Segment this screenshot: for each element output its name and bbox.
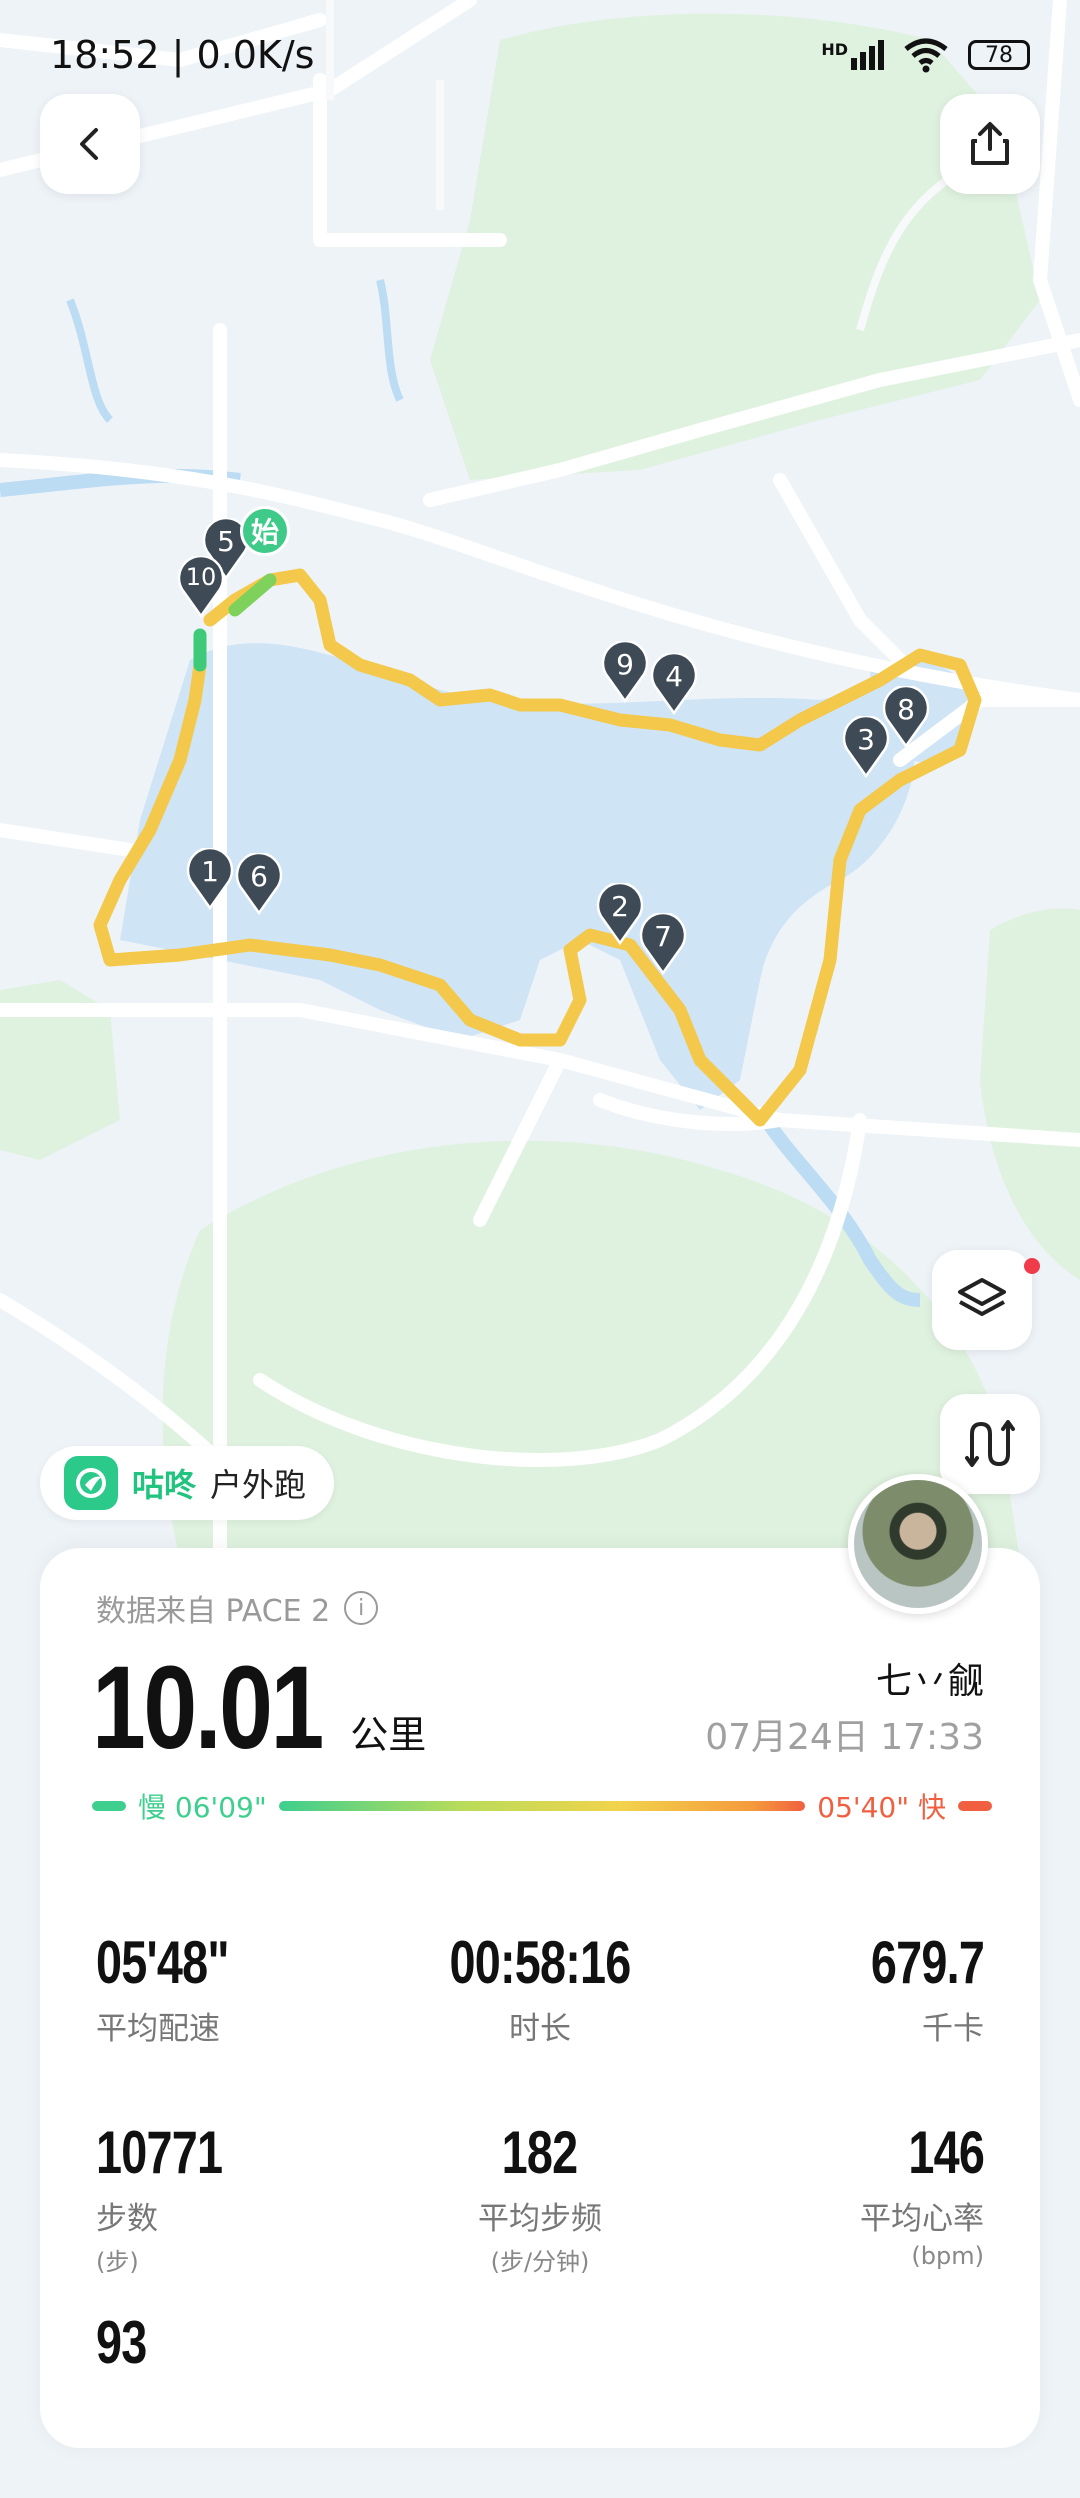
stat-label: 平均步频 xyxy=(478,2201,602,2237)
app-name: 咕咚 xyxy=(132,1466,197,1504)
stat-value: 93 xyxy=(96,2309,147,2376)
start-marker[interactable]: 始 xyxy=(240,506,290,556)
route-path-icon xyxy=(965,1420,1015,1467)
stat-unit: (bpm) xyxy=(911,2242,984,2270)
track-replay-button[interactable] xyxy=(940,1394,1040,1494)
pace-fast: 05'40" 快 xyxy=(817,1791,946,1824)
distance: 10.01 公里 xyxy=(92,1640,426,1776)
stat-label: 平均配速 xyxy=(96,2011,220,2047)
summary-card: 数据来自 PACE 2 i 10.01 公里 七丷觎 07月24日 17:33 … xyxy=(40,1548,1040,2448)
stat-steps: 10771 步数 (步) xyxy=(96,2118,258,2277)
stat-unit: (步) xyxy=(96,2248,139,2276)
stat-value: 146 xyxy=(908,2119,985,2186)
km-marker-1[interactable]: 1 xyxy=(185,846,235,911)
km-marker-label: 10 xyxy=(185,563,217,591)
slow-dash xyxy=(92,1801,126,1811)
status-bar: 18:52 | 0.0K/s HD 78 xyxy=(0,0,1080,110)
chevron-left-icon xyxy=(80,128,98,160)
stat-value: 10771 xyxy=(96,2119,223,2186)
stat-value: 679.7 xyxy=(870,1929,985,1996)
km-marker-label: 1 xyxy=(201,855,219,888)
stat-avg-pace: 05'48" 平均配速 xyxy=(96,1928,266,2048)
layers-icon xyxy=(958,1278,1006,1316)
stat-unit: (步/分钟) xyxy=(490,2248,590,2276)
distance-value: 10.01 xyxy=(92,1642,324,1774)
stat-heart-rate: 146 平均心率 (bpm) xyxy=(860,2118,985,2270)
codoon-logo-icon xyxy=(64,1456,118,1510)
stats-row: 10771 步数 (步) 182 平均步频 (步/分钟) 146 平均心率 (b… xyxy=(96,2118,985,2308)
km-marker-9[interactable]: 9 xyxy=(600,639,650,704)
data-source: 数据来自 PACE 2 i xyxy=(96,1586,379,1630)
start-label: 始 xyxy=(250,516,279,549)
battery-level: 78 xyxy=(985,42,1013,68)
stat-value: 05'48" xyxy=(96,1929,230,1996)
stat-duration: 00:58:16 时长 xyxy=(424,1928,656,2048)
avatar[interactable] xyxy=(848,1474,988,1614)
km-marker-8[interactable]: 8 xyxy=(881,684,931,749)
activity-datetime: 07月24日 17:33 xyxy=(705,1717,984,1758)
share-button[interactable] xyxy=(940,94,1040,194)
pace-slow: 慢 06'09" xyxy=(138,1791,267,1824)
km-marker-6[interactable]: 6 xyxy=(234,851,284,916)
km-marker-label: 9 xyxy=(616,648,634,681)
network-label: HD xyxy=(821,40,848,59)
stat-extra: 93 xyxy=(96,2308,161,2377)
share-icon xyxy=(971,122,1009,165)
km-marker-label: 6 xyxy=(250,860,268,893)
map-layers-button[interactable] xyxy=(932,1250,1032,1350)
stats-row: 93 xyxy=(96,2308,984,2498)
km-marker-label: 8 xyxy=(897,693,915,726)
stat-label: 千卡 xyxy=(922,2011,984,2047)
km-marker-4[interactable]: 4 xyxy=(649,651,699,716)
stats-row: 05'48" 平均配速 00:58:16 时长 679.7 千卡 xyxy=(96,1928,985,2118)
stats-grid: 05'48" 平均配速 00:58:16 时长 679.7 千卡 10771 步… xyxy=(96,1928,985,2498)
km-marker-label: 7 xyxy=(654,920,672,953)
stat-label: 时长 xyxy=(509,2011,571,2047)
stat-calories: 679.7 千卡 xyxy=(839,1928,985,2048)
stat-value: 182 xyxy=(502,2119,579,2186)
pace-gradient xyxy=(278,1801,806,1811)
back-button[interactable] xyxy=(40,94,140,194)
data-source-text: 数据来自 PACE 2 xyxy=(96,1594,331,1629)
stat-cadence: 182 平均步频 (步/分钟) xyxy=(478,2118,602,2277)
fast-dash xyxy=(958,1801,992,1811)
distance-unit: 公里 xyxy=(350,1713,427,1757)
username[interactable]: 七丷觎 xyxy=(876,1652,984,1704)
info-icon[interactable]: i xyxy=(344,1591,379,1625)
km-marker-label: 4 xyxy=(665,660,683,693)
pace-legend: 慢 06'09" 05'40" 快 xyxy=(92,1788,992,1824)
notification-dot xyxy=(1024,1258,1040,1274)
km-marker-7[interactable]: 7 xyxy=(638,911,688,976)
battery-icon: 78 xyxy=(968,40,1030,70)
stat-label: 步数 xyxy=(96,2201,158,2237)
wifi-icon xyxy=(904,38,948,73)
stat-value: 00:58:16 xyxy=(449,1929,631,1996)
activity-type: 户外跑 xyxy=(210,1466,307,1504)
app-source-tag: 咕咚 户外跑 xyxy=(40,1446,335,1520)
km-marker-10[interactable]: 10 xyxy=(176,554,226,619)
signal-icon: HD xyxy=(821,40,884,70)
stat-label: 平均心率 xyxy=(860,2201,984,2237)
status-time: 18:52 | 0.0K/s xyxy=(50,33,315,77)
